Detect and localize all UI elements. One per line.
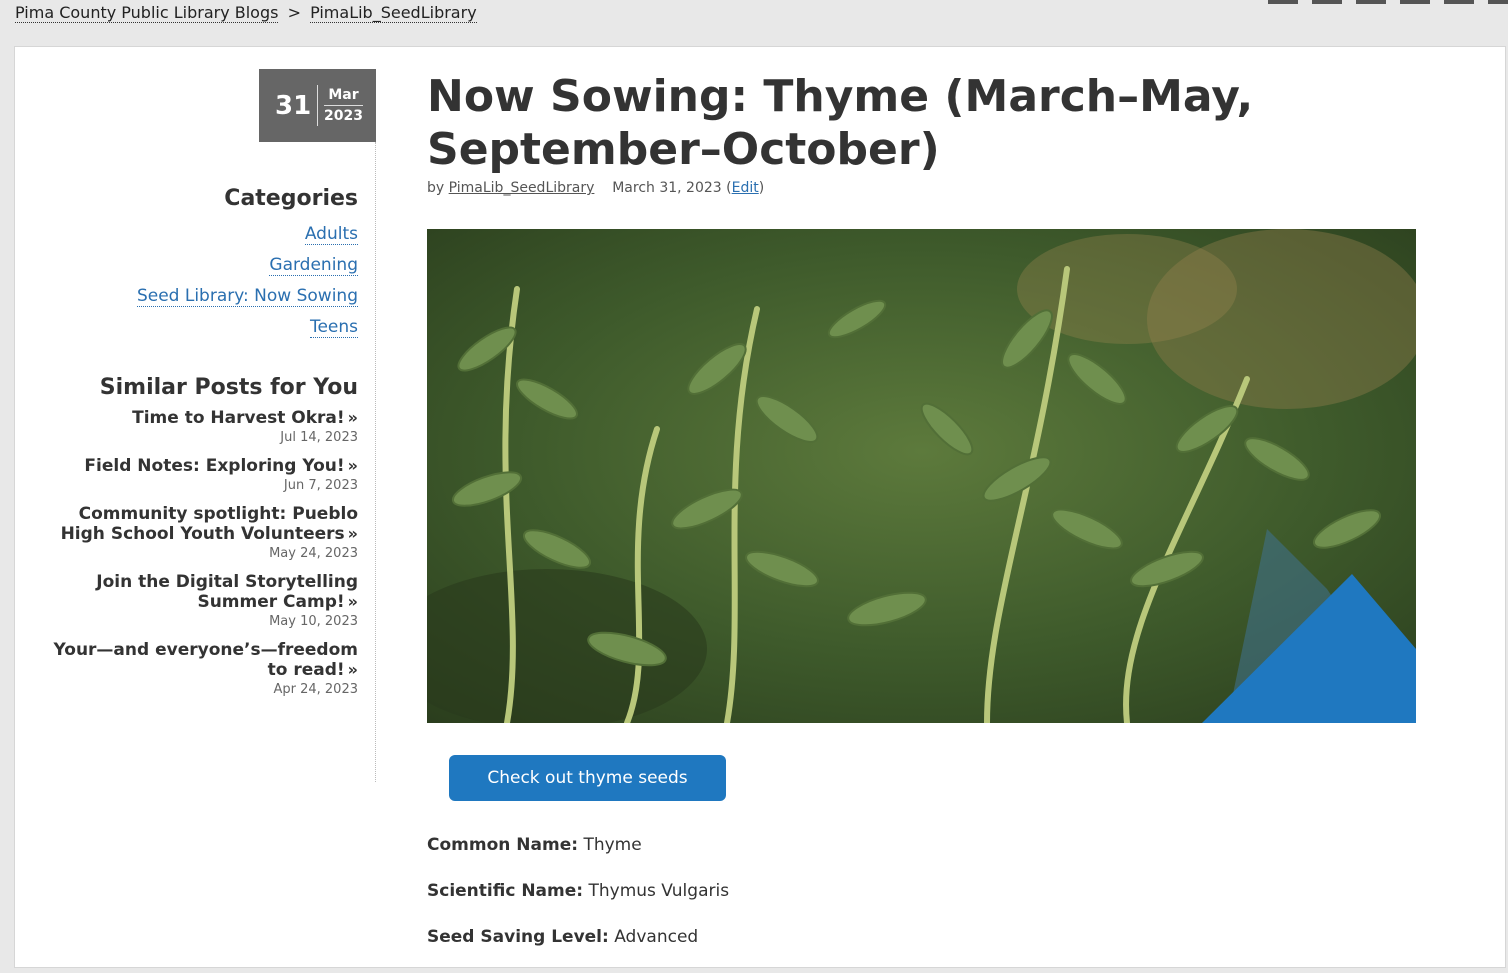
categories-heading: Categories [224, 186, 358, 211]
post-hero-image [427, 229, 1416, 723]
breadcrumb-blogs-link[interactable]: Pima County Public Library Blogs [15, 3, 279, 23]
similar-post-item[interactable]: Join the Digital Storytelling Summer Cam… [30, 572, 358, 631]
similar-post-date: Jul 14, 2023 [280, 430, 358, 445]
fact-label: Common Name: [427, 835, 579, 855]
fact-scientific-name: Scientific Name: Thymus Vulgaris [427, 881, 729, 927]
sidebar-divider [375, 142, 376, 782]
chevron-right-icon: » [347, 456, 358, 475]
category-item: Adults [30, 219, 358, 250]
date-day: 31 [275, 90, 312, 121]
fact-value: Thymus Vulgaris [588, 881, 730, 901]
post-date: March 31, 2023 [612, 180, 722, 196]
fact-common-name: Common Name: Thyme [427, 835, 729, 881]
chevron-right-icon: » [347, 408, 358, 427]
category-item: Seed Library: Now Sowing [30, 281, 358, 312]
similar-post-title[interactable]: Your—and everyone’s—freedom to read! [54, 640, 358, 680]
date-month-year: Mar 2023 [317, 85, 363, 126]
category-gardening-link[interactable]: Gardening [269, 255, 358, 276]
category-adults-link[interactable]: Adults [304, 224, 358, 245]
header-decoration [1268, 0, 1508, 4]
fact-label: Seed Saving Level: [427, 927, 609, 947]
breadcrumb: Pima County Public Library Blogs > PimaL… [15, 3, 477, 23]
similar-post-item[interactable]: Time to Harvest Okra!» Jul 14, 2023 [30, 408, 358, 447]
similar-post-title[interactable]: Field Notes: Exploring You! [84, 456, 344, 476]
chevron-right-icon: » [347, 524, 358, 543]
plant-facts: Common Name: Thyme Scientific Name: Thym… [427, 835, 729, 973]
similar-post-item[interactable]: Field Notes: Exploring You!» Jun 7, 2023 [30, 456, 358, 495]
byline-by: by [427, 180, 445, 196]
chevron-right-icon: » [347, 660, 358, 679]
fact-label: Scientific Name: [427, 881, 584, 901]
similar-post-date: Jun 7, 2023 [283, 478, 358, 493]
similar-post-title[interactable]: Community spotlight: Pueblo High School … [61, 504, 358, 544]
similar-post-date: Apr 24, 2023 [273, 682, 358, 697]
post-byline: by PimaLib_SeedLibrary March 31, 2023 (E… [427, 180, 1487, 196]
chevron-right-icon: » [347, 592, 358, 611]
categories-list: Adults Gardening Seed Library: Now Sowin… [30, 219, 358, 343]
author-link[interactable]: PimaLib_SeedLibrary [449, 180, 595, 196]
category-item: Gardening [30, 250, 358, 281]
similar-post-title[interactable]: Join the Digital Storytelling Summer Cam… [96, 572, 358, 612]
date-badge: 31 Mar 2023 [259, 69, 376, 142]
check-out-seeds-button[interactable]: Check out thyme seeds [449, 755, 726, 801]
similar-post-title[interactable]: Time to Harvest Okra! [132, 408, 345, 428]
breadcrumb-separator: > [287, 3, 301, 22]
category-item: Teens [30, 312, 358, 343]
date-month: Mar [324, 85, 363, 106]
edit-link[interactable]: Edit [732, 180, 759, 196]
breadcrumb-seedlibrary-link[interactable]: PimaLib_SeedLibrary [310, 3, 477, 23]
thyme-plant-image [427, 229, 1416, 723]
top-bar: Pima County Public Library Blogs > PimaL… [0, 0, 1508, 46]
category-seed-library-link[interactable]: Seed Library: Now Sowing [136, 286, 358, 307]
edit-wrapper: (Edit) [726, 180, 765, 196]
similar-post-item[interactable]: Community spotlight: Pueblo High School … [30, 504, 358, 563]
similar-post-date: May 10, 2023 [269, 614, 358, 629]
fact-value: Advanced [614, 927, 699, 947]
similar-post-date: May 24, 2023 [269, 546, 358, 561]
post-header: Now Sowing: Thyme (March–May, September–… [427, 70, 1487, 196]
fact-value: Thyme [583, 835, 642, 855]
post-title: Now Sowing: Thyme (March–May, September–… [427, 71, 1254, 175]
fact-seed-saving-level: Seed Saving Level: Advanced [427, 927, 729, 973]
similar-posts-heading: Similar Posts for You [99, 375, 358, 400]
category-teens-link[interactable]: Teens [309, 317, 358, 338]
similar-post-item[interactable]: Your—and everyone’s—freedom to read!» Ap… [30, 640, 358, 699]
sidebar: Categories Adults Gardening Seed Library… [30, 186, 358, 708]
date-year: 2023 [324, 108, 363, 124]
